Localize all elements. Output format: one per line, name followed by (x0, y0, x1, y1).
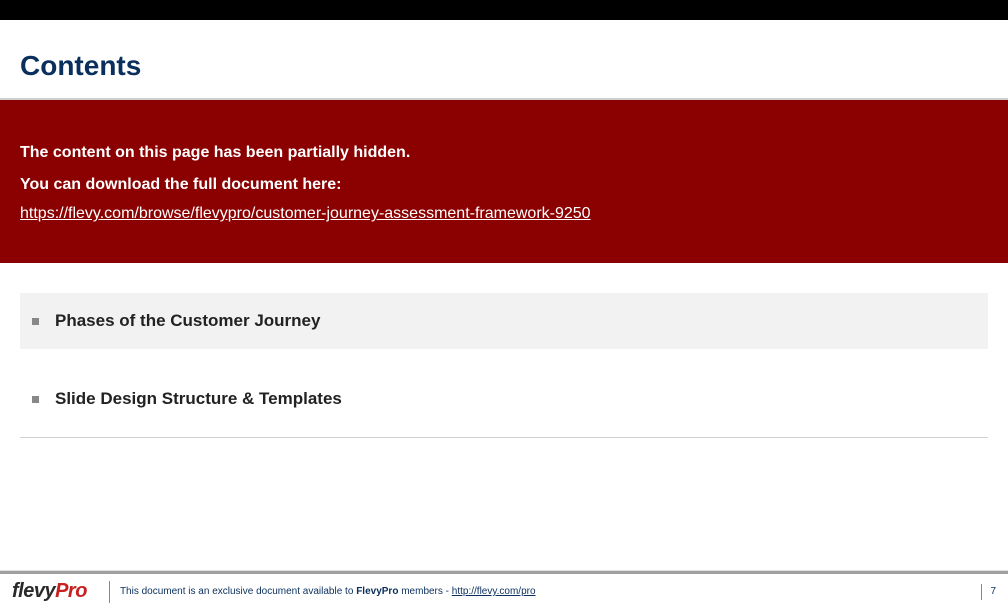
logo-text-pro: Pro (55, 580, 87, 603)
hidden-content-banner: The content on this page has been partia… (0, 100, 1008, 263)
divider (20, 437, 988, 438)
footer-text-bold: FlevyPro (356, 586, 398, 597)
page-number: 7 (990, 586, 996, 597)
footer-separator (109, 581, 110, 603)
banner-text-2: You can download the full document here: (20, 172, 988, 198)
list-item-label: Slide Design Structure & Templates (55, 389, 342, 409)
footer-link[interactable]: http://flevy.com/pro (452, 586, 536, 597)
flevypro-logo: flevyPro (12, 580, 87, 603)
bullet-icon (32, 318, 39, 325)
top-black-bar (0, 0, 1008, 20)
footer-text-prefix: This document is an exclusive document a… (120, 586, 356, 597)
banner-download-link[interactable]: https://flevy.com/browse/flevypro/custom… (20, 205, 591, 223)
banner-text-1: The content on this page has been partia… (20, 140, 988, 166)
page-title: Contents (0, 20, 1008, 98)
footer-text-suffix: members - (398, 586, 451, 597)
list-item: Phases of the Customer Journey (20, 293, 988, 349)
page-number-container: 7 (981, 584, 996, 600)
footer-top-line (0, 571, 1008, 574)
list-item-label: Phases of the Customer Journey (55, 311, 320, 331)
page-number-separator (981, 584, 982, 600)
bullet-icon (32, 396, 39, 403)
footer-text: This document is an exclusive document a… (120, 586, 536, 597)
contents-list: Phases of the Customer Journey Slide Des… (0, 263, 1008, 438)
logo-text-flevy: flevy (12, 580, 55, 603)
footer: flevyPro This document is an exclusive d… (0, 570, 1008, 612)
list-item: Slide Design Structure & Templates (20, 371, 988, 427)
